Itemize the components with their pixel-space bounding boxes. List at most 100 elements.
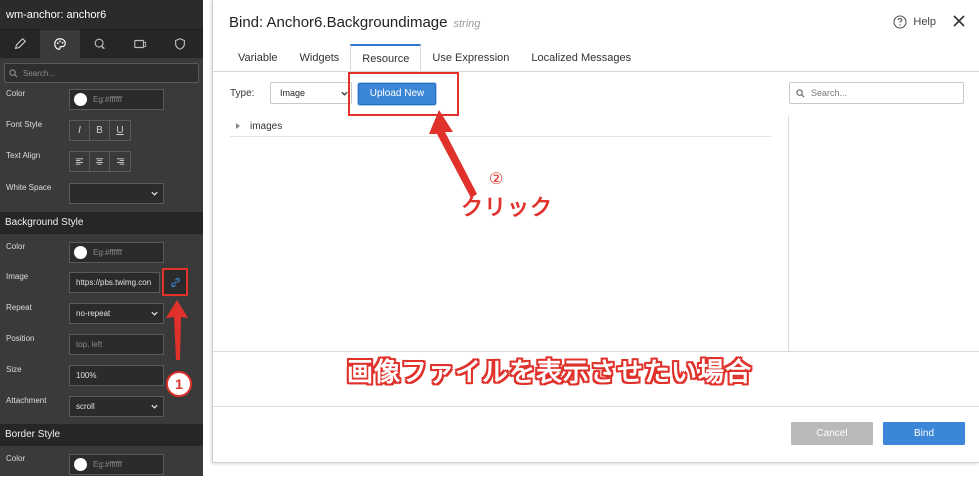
- caret-right-icon[interactable]: [234, 122, 242, 130]
- underline-button[interactable]: U: [110, 121, 130, 140]
- bold-button[interactable]: B: [90, 121, 110, 140]
- border-color-swatch[interactable]: [74, 458, 87, 471]
- resource-search-input[interactable]: Search...: [789, 82, 964, 104]
- bg-position-label: Position: [6, 334, 35, 343]
- tab-device[interactable]: [120, 30, 160, 58]
- color-field[interactable]: Eg:#ffffff: [69, 89, 164, 110]
- upload-new-button[interactable]: Upload New: [358, 83, 436, 105]
- type-select-value: Image: [280, 88, 306, 98]
- font-style-label: Font Style: [6, 120, 43, 129]
- border-style-header[interactable]: Border Style: [0, 424, 203, 446]
- bg-color-label: Color: [6, 242, 26, 251]
- chevron-down-icon: [151, 311, 158, 316]
- resource-search-placeholder: Search...: [811, 88, 848, 98]
- tree-item-images[interactable]: images: [230, 116, 771, 137]
- close-icon[interactable]: [951, 13, 967, 29]
- dialog-title-text: Bind: Anchor6.Backgroundimage: [229, 14, 448, 31]
- row-color: Color Eg:#ffffff: [0, 89, 203, 111]
- background-style-header[interactable]: Background Style: [0, 212, 203, 234]
- bind-dialog: Bind: Anchor6.Backgroundimage string Help…: [212, 0, 979, 463]
- tab-events[interactable]: [80, 30, 120, 58]
- border-color-label: Color: [6, 454, 26, 463]
- preview-divider: [788, 116, 789, 351]
- click-annotation: クリック: [461, 195, 554, 220]
- text-align-label: Text Align: [6, 151, 41, 160]
- chevron-down-icon: [151, 191, 158, 196]
- device-icon: [134, 39, 147, 49]
- dialog-title: Bind: Anchor6.Backgroundimage string: [229, 14, 480, 31]
- type-label: Type:: [230, 88, 255, 99]
- chevron-down-icon: [151, 404, 158, 409]
- bg-repeat-label: Repeat: [6, 303, 32, 312]
- row-bg-attachment: Attachment scroll: [0, 396, 203, 418]
- align-right-icon: [116, 158, 124, 165]
- bg-color-swatch[interactable]: [74, 246, 87, 259]
- bg-repeat-select[interactable]: no-repeat: [69, 303, 164, 324]
- tab-widgets[interactable]: Widgets: [289, 44, 351, 71]
- bg-attachment-label: Attachment: [6, 396, 47, 405]
- step2-number: ②: [489, 171, 504, 188]
- bg-color-field[interactable]: Eg:#ffffff: [69, 242, 164, 263]
- search-icon: [796, 88, 805, 97]
- align-right-button[interactable]: [110, 152, 130, 171]
- align-center-icon: [95, 158, 104, 165]
- bg-position-field[interactable]: top, left: [69, 334, 164, 355]
- row-font-style: Font Style I B U: [0, 120, 203, 142]
- tab-use-expression[interactable]: Use Expression: [421, 44, 520, 71]
- cancel-button[interactable]: Cancel: [791, 422, 873, 445]
- pencil-icon: [14, 37, 27, 50]
- tab-variable[interactable]: Variable: [227, 44, 289, 71]
- search-icon: [9, 68, 18, 77]
- bg-image-value: https://pbs.twimg.con: [76, 278, 152, 287]
- bg-attachment-value: scroll: [76, 402, 95, 411]
- bg-size-value: 100%: [76, 371, 97, 380]
- panel-search-placeholder: Search...: [23, 68, 56, 78]
- bind-link-button[interactable]: [162, 268, 188, 296]
- bind-button[interactable]: Bind: [883, 422, 965, 445]
- type-select[interactable]: Image: [270, 82, 352, 104]
- bg-image-field[interactable]: https://pbs.twimg.con: [69, 272, 160, 293]
- help-link[interactable]: Help: [893, 15, 936, 29]
- tab-styles[interactable]: [40, 30, 80, 58]
- palette-icon: [54, 38, 66, 50]
- italic-button[interactable]: I: [70, 121, 90, 140]
- white-space-label: White Space: [6, 183, 52, 192]
- step1-number: 1: [166, 371, 192, 397]
- screen: wm-anchor: anchor6 Search... Color Eg:#f…: [0, 0, 979, 487]
- tab-properties[interactable]: [0, 30, 40, 58]
- row-text-align: Text Align: [0, 151, 203, 173]
- color-swatch[interactable]: [74, 93, 87, 106]
- panel-title: wm-anchor: anchor6: [0, 0, 203, 30]
- bg-position-placeholder: top, left: [76, 340, 103, 349]
- panel-tabs: [0, 30, 203, 58]
- dialog-tabs: Variable Widgets Resource Use Expression…: [227, 44, 642, 71]
- row-white-space: White Space: [0, 183, 203, 205]
- font-style-buttons: I B U: [69, 120, 131, 141]
- tree-item-label: images: [250, 120, 283, 132]
- tab-resource[interactable]: Resource: [350, 44, 422, 71]
- align-left-button[interactable]: [70, 152, 90, 171]
- align-center-button[interactable]: [90, 152, 110, 171]
- help-label: Help: [913, 16, 936, 28]
- help-icon: [893, 15, 907, 29]
- color-label: Color: [6, 89, 26, 98]
- shield-icon: [175, 38, 185, 50]
- row-bg-color: Color Eg:#ffffff: [0, 242, 203, 264]
- bg-size-field[interactable]: 100%: [69, 365, 164, 386]
- panel-search-input[interactable]: Search...: [4, 63, 199, 83]
- align-left-icon: [75, 158, 84, 165]
- properties-panel: wm-anchor: anchor6 Search... Color Eg:#f…: [0, 0, 203, 476]
- text-align-buttons: [69, 151, 131, 172]
- caption-annotation: 画像ファイルを表示させたい場合: [347, 357, 753, 387]
- border-color-placeholder: Eg:#ffffff: [93, 460, 123, 469]
- arrow-to-link-button: [166, 300, 188, 360]
- white-space-select[interactable]: [69, 183, 164, 204]
- tab-security[interactable]: [160, 30, 200, 58]
- bg-size-label: Size: [6, 365, 22, 374]
- footer-divider: [213, 406, 979, 407]
- color-placeholder: Eg:#ffffff: [93, 95, 123, 104]
- bg-repeat-value: no-repeat: [76, 309, 111, 318]
- border-color-field[interactable]: Eg:#ffffff: [69, 454, 164, 475]
- tab-localized-messages[interactable]: Localized Messages: [520, 44, 642, 71]
- bg-attachment-select[interactable]: scroll: [69, 396, 164, 417]
